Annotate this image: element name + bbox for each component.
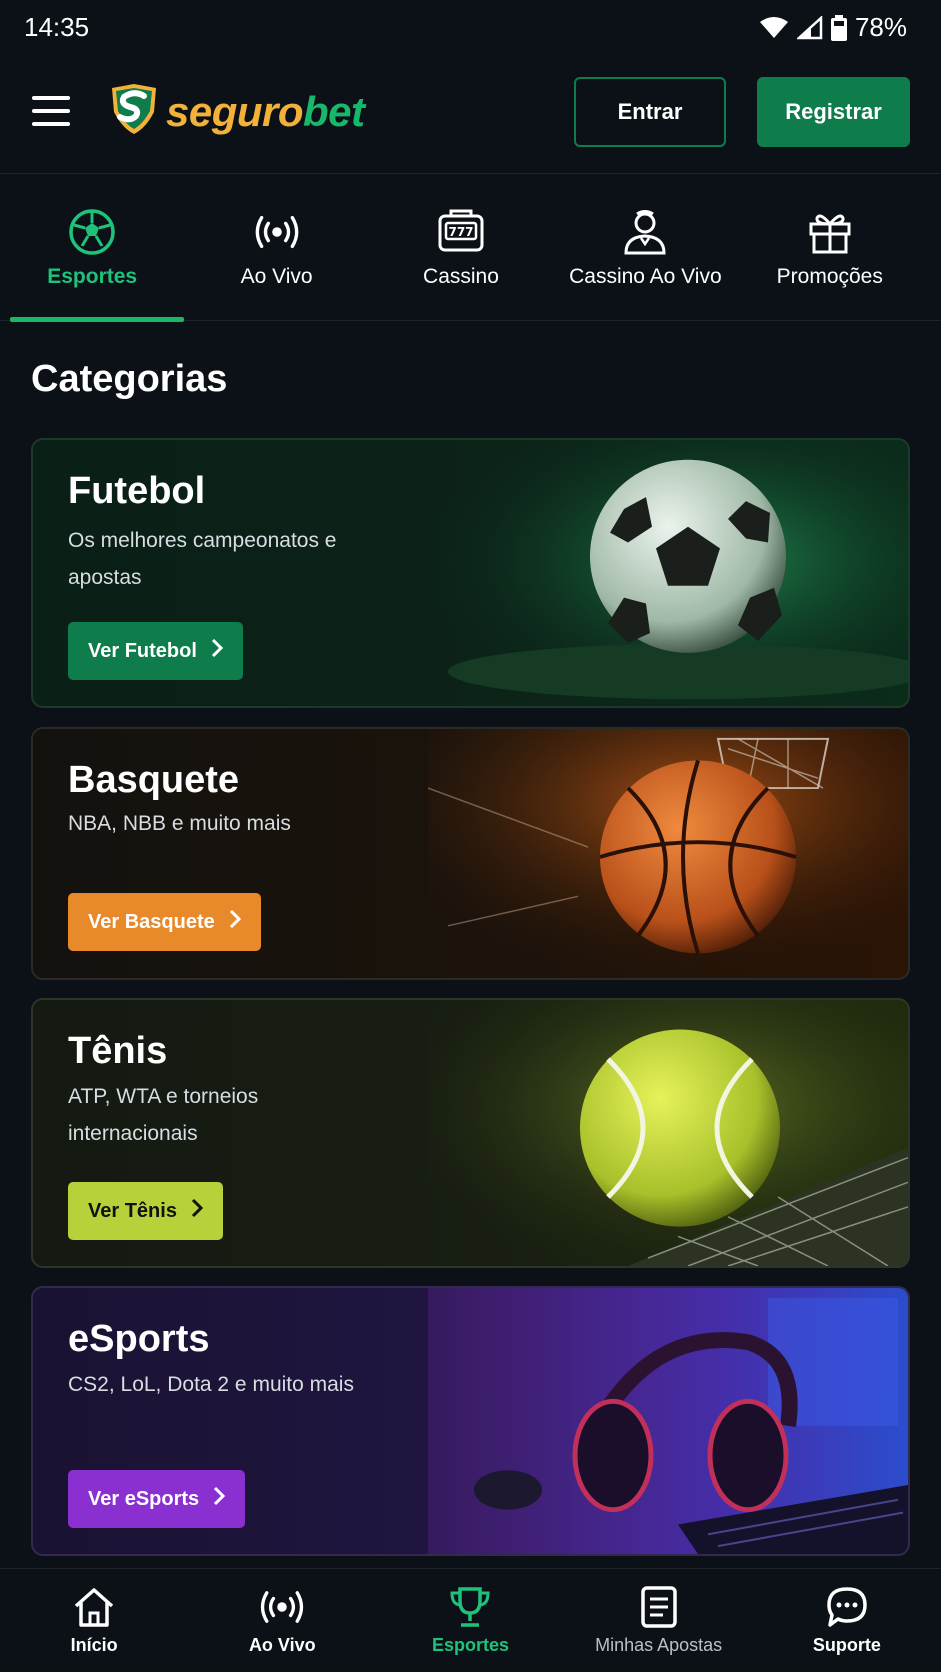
home-icon [70,1585,118,1629]
card-title: Tênis [68,1030,168,1072]
bottom-navigation: Início Ao Vivo Esportes Minhas Apostas S… [0,1568,941,1672]
nav-suporte[interactable]: Suporte [753,1569,941,1672]
ver-esports-button[interactable]: Ver eSports [68,1470,246,1528]
tab-ao-vivo[interactable]: Ao Vivo [184,175,368,321]
tab-label: Cassino Ao Vivo [569,265,722,288]
soccer-ball-icon [68,208,116,256]
nav-label: Minhas Apostas [595,1635,723,1655]
ver-basquete-button[interactable]: Ver Basquete [68,893,261,951]
gift-icon [806,208,854,256]
login-button[interactable]: Entrar [574,77,726,147]
headset-image [428,1288,908,1554]
battery-percent: 78% [854,12,907,42]
chevron-right-icon [213,1486,226,1512]
nav-label: Suporte [812,1635,881,1655]
tab-cassino[interactable]: 777 Cassino [369,175,553,321]
nav-label: Início [70,1635,118,1655]
card-description: NBA, NBB e muito mais [68,812,291,835]
category-tabs: Esportes Ao Vivo 777 Cassino Cassino Ao … [0,175,941,322]
nav-label: Ao Vivo [248,1635,316,1655]
logo-shield-icon [106,82,162,141]
chevron-right-icon [191,1198,204,1224]
card-title: eSports [68,1318,210,1360]
category-card-tenis[interactable]: Tênis ATP, WTA e torneios internacionais… [31,998,910,1268]
nav-label: Esportes [431,1635,509,1655]
live-broadcast-icon [253,208,301,256]
logo[interactable]: segurobet [106,82,365,141]
battery-icon [830,14,847,41]
tab-label: Cassino [423,265,499,288]
soccer-ball-image [428,440,908,706]
tab-promocoes[interactable]: Promoções [738,175,922,321]
button-label: Ver Futebol [88,639,197,662]
slot-machine-icon: 777 [437,208,485,256]
register-button[interactable]: Registrar [757,77,910,147]
tab-esportes[interactable]: Esportes [0,175,185,322]
svg-text:777: 777 [448,225,473,239]
app-header: segurobet Entrar Registrar [0,54,941,174]
button-label: Ver eSports [88,1487,200,1510]
bet-slip-icon [635,1585,683,1629]
section-title: Categorias [31,358,228,400]
dealer-icon [621,208,669,256]
chat-support-icon [823,1585,871,1629]
status-icons: 78% [759,12,907,43]
category-card-esports[interactable]: eSports CS2, LoL, Dota 2 e muito mais Ve… [31,1286,910,1556]
tab-label: Esportes [47,265,138,288]
nav-esportes[interactable]: Esportes [376,1569,564,1672]
button-label: Ver Basquete [88,910,215,933]
signal-icon [796,15,823,40]
card-description: Os melhores campeonatos e apostas [68,529,337,589]
category-card-basquete[interactable]: Basquete NBA, NBB e muito mais Ver Basqu… [31,727,910,980]
nav-ao-vivo[interactable]: Ao Vivo [188,1569,376,1672]
menu-icon[interactable] [32,96,72,128]
chevron-right-icon [211,638,224,664]
tab-label: Ao Vivo [240,265,313,288]
ver-futebol-button[interactable]: Ver Futebol [68,622,243,680]
nav-minhas-apostas[interactable]: Minhas Apostas [565,1569,753,1672]
card-description: CS2, LoL, Dota 2 e muito mais [68,1373,354,1396]
card-title: Futebol [68,470,206,512]
tab-label: Promoções [776,265,883,288]
card-title: Basquete [68,759,240,801]
chevron-right-icon [229,909,241,935]
ver-tenis-button[interactable]: Ver Tênis [68,1182,223,1240]
status-time: 14:35 [24,12,90,42]
live-broadcast-icon [258,1585,306,1629]
tennis-ball-image [428,1000,908,1266]
nav-inicio[interactable]: Início [0,1569,188,1672]
card-description: ATP, WTA e torneios internacionais [68,1085,259,1145]
basketball-image [428,729,908,978]
button-label: Ver Tênis [88,1199,177,1222]
trophy-icon [446,1585,494,1629]
status-bar: 14:35 78% [0,0,941,54]
wifi-icon [759,16,789,40]
category-card-futebol[interactable]: Futebol Os melhores campeonatos e aposta… [31,438,910,708]
tab-cassino-ao-vivo[interactable]: Cassino Ao Vivo [553,175,737,321]
logo-wordmark: segurobet [166,87,365,135]
